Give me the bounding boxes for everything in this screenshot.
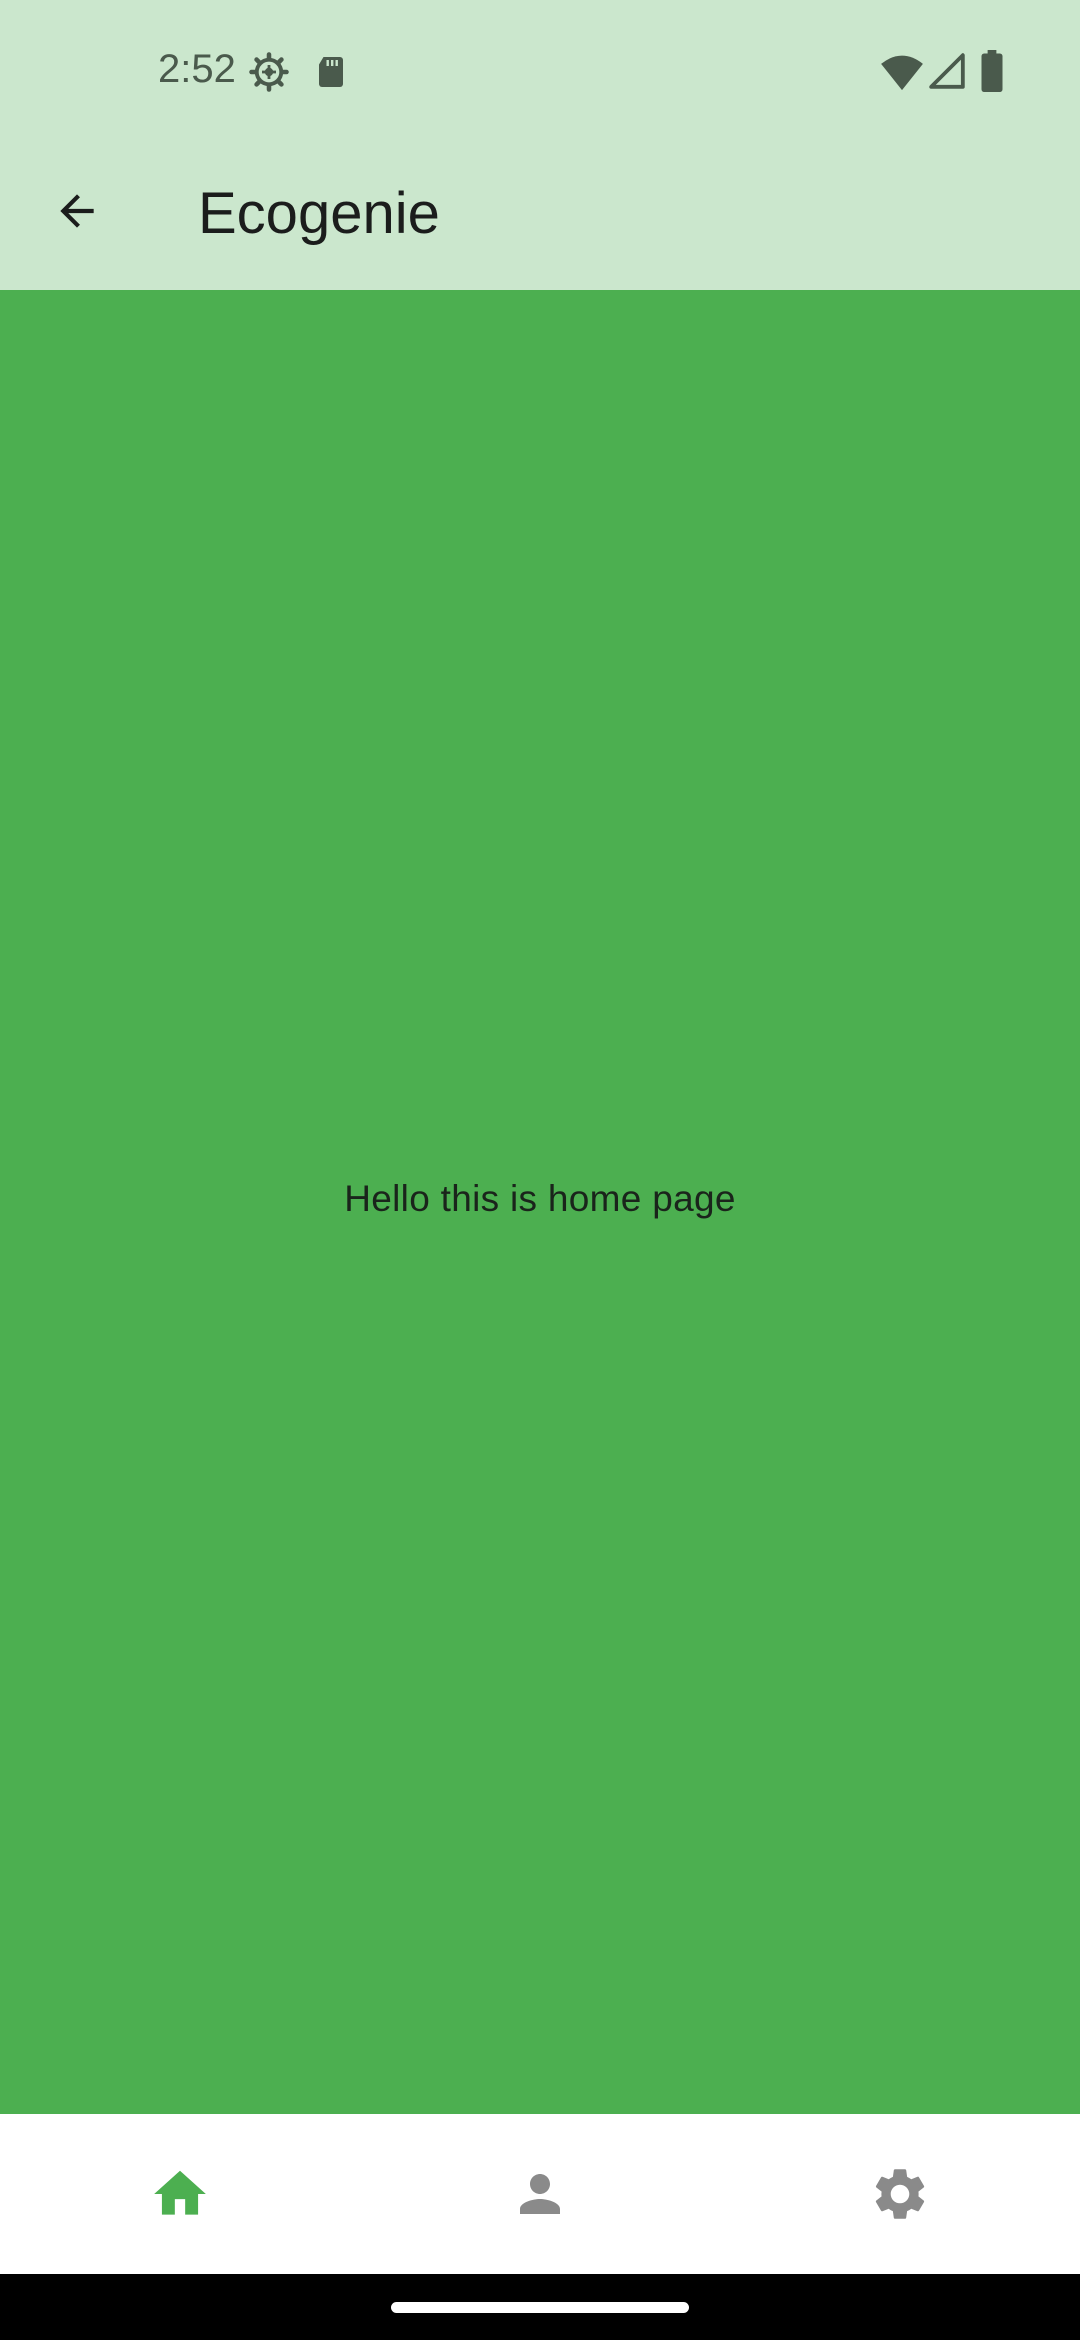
home-icon <box>154 2170 206 2215</box>
bottom-navigation <box>0 2114 1080 2274</box>
status-time: 2:52 <box>158 47 236 91</box>
nav-item-settings[interactable] <box>720 2114 1080 2274</box>
system-navigation-bar <box>0 2274 1080 2340</box>
cell-signal-icon <box>929 53 965 89</box>
nav-item-home[interactable] <box>0 2114 360 2274</box>
person-icon <box>520 2174 560 2214</box>
settings-icon <box>875 2169 925 2219</box>
battery-icon <box>981 50 1003 92</box>
settings-gear-icon <box>249 52 289 92</box>
main-content: Hello this is home page <box>0 290 1080 2114</box>
arrow-back-icon <box>60 194 94 228</box>
back-button[interactable] <box>36 170 118 252</box>
page-title: Ecogenie <box>198 181 440 246</box>
sd-card-icon <box>319 57 343 87</box>
app-bar: Ecogenie <box>0 142 1080 290</box>
gesture-handle[interactable] <box>391 2302 689 2313</box>
app-screen: 2:52 Ecogenie Hello this is home page <box>0 0 1080 2340</box>
nav-item-profile[interactable] <box>360 2114 720 2274</box>
home-message: Hello this is home page <box>344 1178 736 1219</box>
status-bar: 2:52 <box>0 0 1080 142</box>
wifi-icon <box>881 55 923 91</box>
